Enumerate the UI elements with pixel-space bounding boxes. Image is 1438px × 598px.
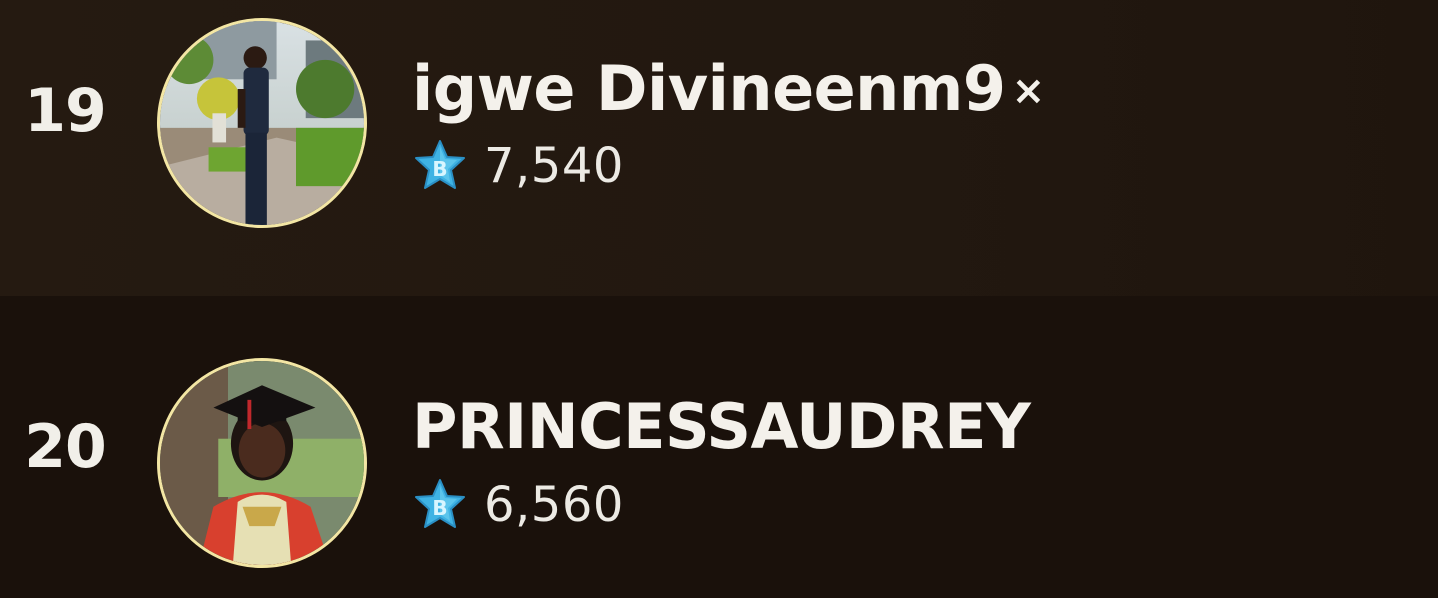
score: B 7,540 <box>412 138 624 194</box>
player-name: igwe Divineenm9 × <box>412 52 1045 125</box>
svg-text:B: B <box>432 496 447 520</box>
close-mark-icon: × <box>1011 68 1046 114</box>
avatar-photo-man <box>160 21 364 225</box>
blue-star-b-icon: B <box>415 140 465 189</box>
rank-number: 19 <box>24 76 107 146</box>
score: B 6,560 <box>412 477 624 533</box>
avatar[interactable] <box>157 358 367 568</box>
leaderboard-row[interactable]: 19 igwe Divineenm9 × B 7,540 <box>0 0 1438 296</box>
leaderboard: 19 igwe Divineenm9 × B 7,540 20 PRINCESS… <box>0 0 1438 598</box>
player-name-text: igwe Divineenm9 <box>412 52 1006 125</box>
svg-text:B: B <box>432 157 447 181</box>
blue-star-b-icon: B <box>415 479 465 528</box>
leaderboard-row[interactable]: 20 PRINCESSAUDREY B 6,560 <box>0 296 1438 598</box>
player-name: PRINCESSAUDREY <box>412 390 1031 463</box>
rank-number: 20 <box>24 412 107 482</box>
avatar-photo-graduate <box>160 361 364 565</box>
score-value: 6,560 <box>484 477 624 533</box>
avatar[interactable] <box>157 18 367 228</box>
score-value: 7,540 <box>484 138 624 194</box>
player-name-text: PRINCESSAUDREY <box>412 390 1031 463</box>
